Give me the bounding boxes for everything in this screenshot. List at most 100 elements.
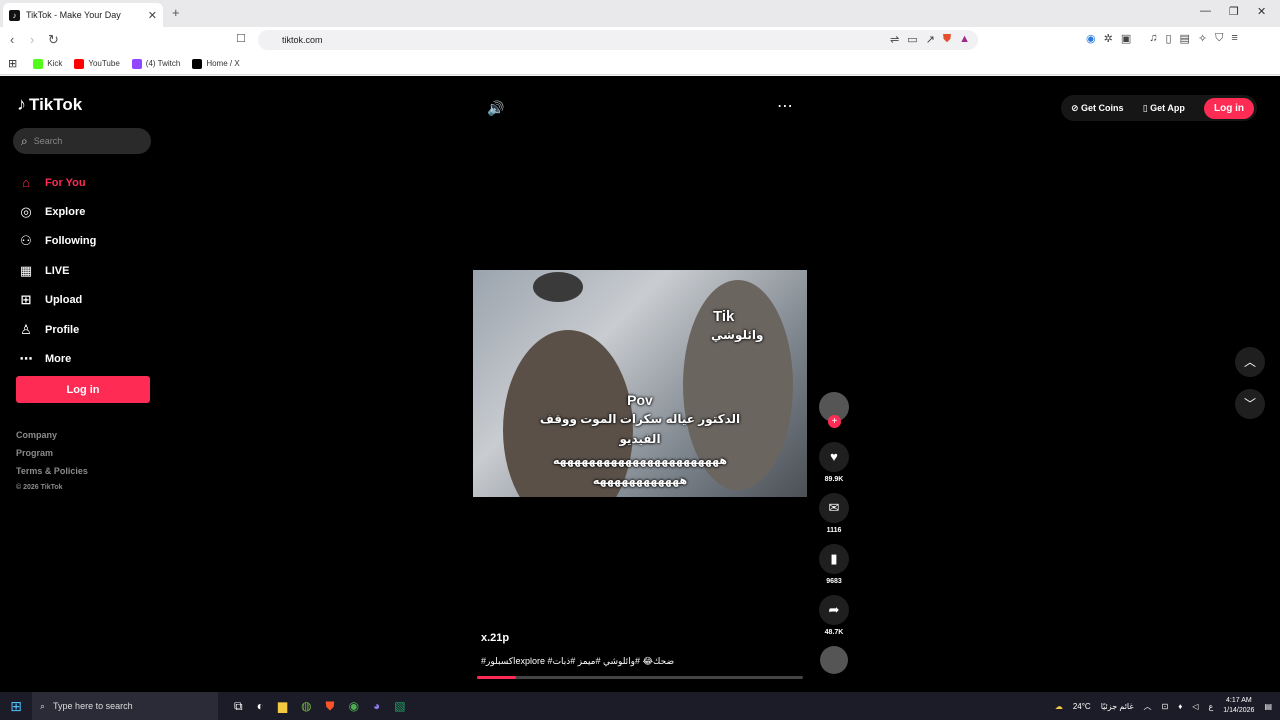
close-tab-icon[interactable]: ✕	[148, 9, 157, 22]
translate-icon[interactable]: ⇌	[890, 33, 899, 46]
brave-shield-icon[interactable]: ⛊	[943, 33, 951, 46]
utorrent-icon[interactable]: ◍	[301, 699, 311, 714]
footer-terms-link[interactable]: Terms & Policies	[16, 466, 88, 484]
tiktok-logo[interactable]: ♪ TikTok	[17, 94, 82, 115]
menu-icon[interactable]: ≡	[1231, 32, 1237, 45]
sidebar-item-upload[interactable]: ⊞ Upload	[17, 286, 157, 315]
author-name[interactable]: x.21p	[481, 632, 674, 644]
video-progress-bar[interactable]	[477, 676, 803, 679]
more-options-icon[interactable]: ⋯	[777, 96, 793, 116]
sidebar-item-profile[interactable]: ♙ Profile	[17, 315, 157, 344]
url-text: tiktok.com	[282, 35, 323, 45]
bookmark-kick[interactable]: Kick	[33, 58, 62, 69]
bookmark-save-icon[interactable]: ▮	[819, 544, 849, 574]
audio-icon[interactable]: ◉	[1086, 32, 1096, 45]
x-icon	[192, 58, 203, 69]
extensions-icon[interactable]: ✲	[1104, 32, 1113, 45]
screenshot-icon[interactable]: ▣	[1121, 32, 1131, 45]
bookmarks-bar: ⊞ Kick YouTube (4) Twitch Home / X	[0, 53, 1280, 75]
search-icon: ⌕	[21, 133, 28, 148]
get-coins-button[interactable]: ⊘ Get Coins	[1071, 103, 1124, 114]
volume-icon[interactable]: 🔊	[487, 100, 504, 117]
chrome-icon[interactable]: ◉	[349, 699, 359, 714]
taskbar-clock[interactable]: 4:17 AM 1/14/2026	[1223, 696, 1254, 716]
music-disc-icon[interactable]	[820, 646, 848, 674]
sidebar-item-following[interactable]: ⚇ Following	[17, 227, 157, 256]
vpn-icon[interactable]: ⛉	[1215, 32, 1223, 45]
video-clock	[533, 272, 583, 302]
notifications-icon[interactable]: ▤	[1264, 702, 1272, 711]
tiktok-note-icon: ♪	[17, 94, 26, 114]
steam-icon[interactable]: ◐	[257, 699, 264, 714]
tray-chevron-icon[interactable]: ︿	[1144, 701, 1152, 712]
bookmark-youtube[interactable]: YouTube	[74, 58, 120, 69]
restore-icon[interactable]: ❐	[1229, 5, 1239, 18]
action-bar: + ♥ 89.9K ✉ 1116 ▮ 9683 ➦ 48.7K	[818, 392, 850, 674]
heart-icon[interactable]: ♥	[819, 442, 849, 472]
excel-icon[interactable]: ▧	[394, 699, 405, 714]
back-icon[interactable]: ‹	[10, 32, 14, 47]
previous-video-icon[interactable]: ︿	[1235, 347, 1265, 377]
tab-tiktok[interactable]: ♪ TikTok - Make Your Day ✕	[3, 3, 163, 27]
new-tab-icon[interactable]: +	[172, 5, 180, 20]
user-icon: ♙	[20, 321, 32, 337]
author-avatar[interactable]: +	[819, 392, 849, 428]
next-video-icon[interactable]: ﹀	[1235, 389, 1265, 419]
weather-icon[interactable]: ☁	[1055, 702, 1063, 711]
mic-icon[interactable]: ♦	[1178, 702, 1182, 711]
volume-tray-icon[interactable]: ◁	[1192, 702, 1198, 711]
sidebar-icon[interactable]: ▯	[1165, 32, 1171, 45]
sidebar-footer: Company Program Terms & Policies © 2026 …	[16, 430, 88, 502]
media-icon[interactable]: ♫	[1149, 32, 1157, 45]
apps-grid-icon[interactable]: ⊞	[8, 57, 17, 70]
kick-icon	[33, 58, 44, 69]
windows-start-icon[interactable]: ⊞	[0, 698, 32, 715]
address-bar[interactable]: tiktok.com ⇌ ▭ ↗ ⛊ ▲	[258, 30, 978, 50]
sidebar-item-for-you[interactable]: ⌂ For You	[17, 168, 157, 197]
footer-copyright: © 2026 TikTok	[16, 484, 63, 491]
reload-icon[interactable]: ↻	[48, 32, 59, 48]
share-icon[interactable]: ↗	[926, 33, 935, 46]
sidebar-login-button[interactable]: Log in	[16, 376, 150, 403]
bookmark-twitch[interactable]: (4) Twitch	[131, 58, 180, 69]
comment-icon[interactable]: ✉	[819, 493, 849, 523]
overlay-line1: الدكتور عياله سكرات الموت ووقف	[539, 412, 741, 426]
video-caption: #اكسبلورexplore #ضحك😂 #وائلوشي #ميمز #ذب…	[481, 656, 675, 666]
system-tray: ☁ 24°C غائم جزئيًا ︿ ⊡ ♦ ◁ ع 4:17 AM 1/1…	[1055, 692, 1272, 720]
video-player[interactable]: Tik وائلوشي Pov الدكتور عياله سكرات المو…	[473, 270, 807, 497]
taskbar-search-input[interactable]: ⌕ Type here to search	[32, 692, 218, 720]
bookmark-x[interactable]: Home / X	[192, 58, 240, 69]
like-count: 89.9K	[824, 476, 844, 483]
sidebar-item-explore[interactable]: ◎ Explore	[17, 197, 157, 226]
more-icon: ⋯	[19, 351, 33, 367]
discord-icon[interactable]: ◕	[373, 699, 380, 714]
file-explorer-icon[interactable]: ▆	[278, 699, 287, 714]
bookmark-icon[interactable]: ☐	[236, 32, 246, 45]
video-progress-fill	[477, 676, 517, 679]
footer-company-link[interactable]: Company	[16, 430, 88, 448]
footer-program-link[interactable]: Program	[16, 448, 88, 466]
close-window-icon[interactable]: ✕	[1257, 5, 1266, 18]
share-action: ➦ 48.7K	[818, 595, 850, 636]
home-icon: ⌂	[22, 175, 30, 191]
minimize-icon[interactable]: —	[1200, 5, 1211, 17]
twitch-icon	[131, 58, 142, 69]
cast-icon[interactable]: ▭	[907, 33, 917, 46]
share-arrow-icon[interactable]: ➦	[819, 595, 849, 625]
follow-plus-icon[interactable]: +	[828, 415, 841, 428]
plus-square-icon: ⊞	[20, 292, 32, 308]
brave-icon[interactable]: ⛊	[326, 699, 335, 714]
brave-rewards-icon[interactable]: ▲	[959, 33, 970, 46]
get-app-button[interactable]: ▯ Get App	[1143, 103, 1185, 114]
input-language[interactable]: ع	[1209, 702, 1214, 711]
forward-icon[interactable]: ›	[30, 32, 34, 47]
save-count: 9683	[826, 578, 842, 585]
sidebar-item-live[interactable]: ▦ LIVE	[17, 256, 157, 285]
sidebar-item-more[interactable]: ⋯ More	[17, 344, 157, 373]
wallet-icon[interactable]: ▤	[1180, 32, 1190, 45]
search-input[interactable]: ⌕ Search	[13, 128, 151, 154]
leo-icon[interactable]: ✧	[1198, 32, 1207, 45]
header-login-button[interactable]: Log in	[1204, 97, 1254, 119]
network-icon[interactable]: ⊡	[1162, 702, 1169, 711]
task-view-icon[interactable]: ⧉	[234, 699, 243, 714]
